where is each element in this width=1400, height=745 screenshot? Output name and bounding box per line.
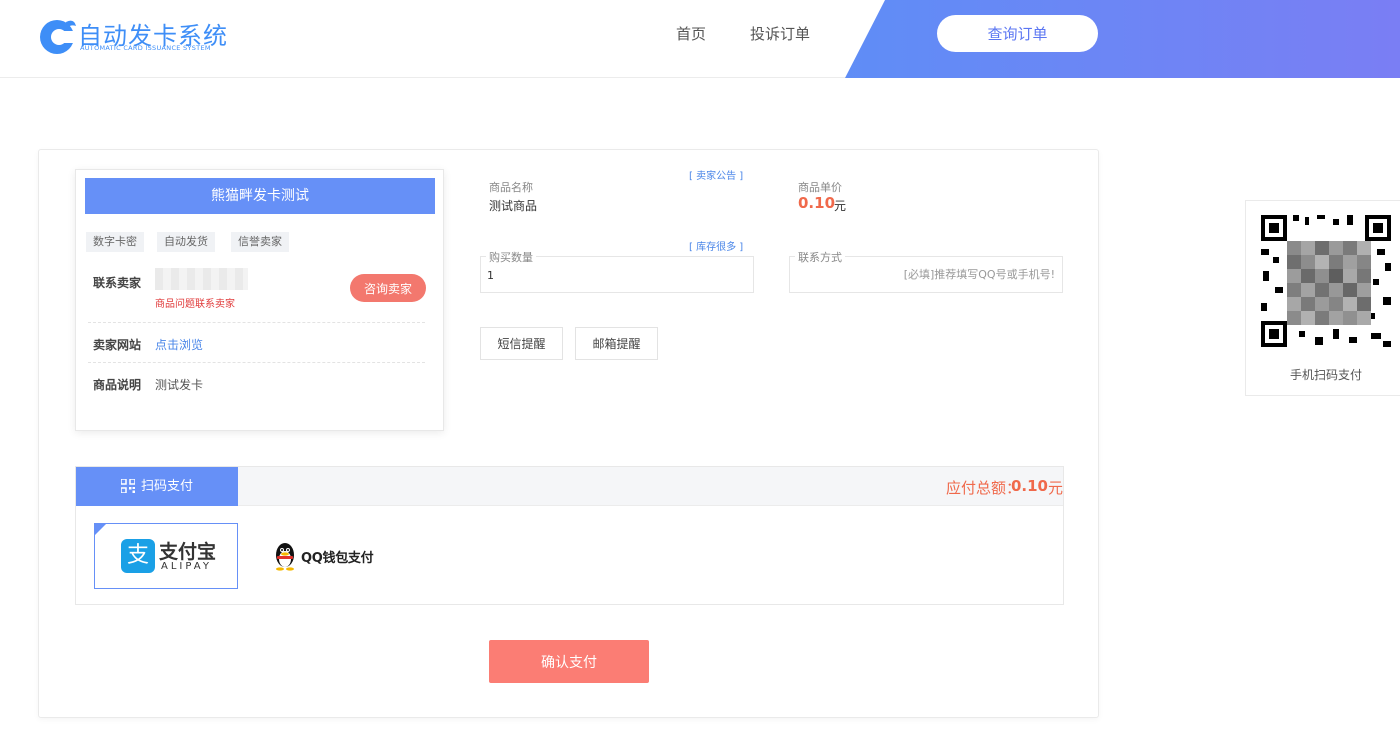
sms-reminder-button[interactable]: 短信提醒 xyxy=(480,327,563,360)
unit-price-currency: 元 xyxy=(834,199,847,213)
seller-tag-trusted: 信誉卖家 xyxy=(231,232,289,252)
site-logo[interactable]: 自动发卡系统 AUTOMATIC CARD ISSUANCE SYSTEM xyxy=(38,14,238,60)
site-header: 自动发卡系统 AUTOMATIC CARD ISSUANCE SYSTEM 首页… xyxy=(0,0,1400,78)
nav-home-link[interactable]: 首页 xyxy=(676,23,706,44)
seller-contact-redacted xyxy=(155,268,248,290)
shop-name-banner: 熊猫畔发卡测试 xyxy=(85,178,435,214)
unit-price-label: 商品单价 xyxy=(795,179,845,195)
unit-price-value: 0.10 xyxy=(798,194,836,212)
qr-caption: 手机扫码支付 xyxy=(1289,368,1362,382)
ask-seller-button[interactable]: 咨询卖家 xyxy=(350,274,426,302)
quantity-input[interactable] xyxy=(487,265,742,285)
alipay-english-name: ALIPAY xyxy=(161,561,212,572)
seller-site-label: 卖家网站 xyxy=(93,338,142,352)
goods-desc-value: 测试发卡 xyxy=(155,378,204,392)
qr-code-icon xyxy=(120,478,135,493)
seller-site-link[interactable]: 点击浏览 xyxy=(155,336,203,353)
seller-tag-digital-card: 数字卡密 xyxy=(86,232,144,252)
nav-complaint-link[interactable]: 投诉订单 xyxy=(750,23,810,44)
contact-method-input[interactable] xyxy=(797,264,1055,284)
goods-name-value: 测试商品 xyxy=(489,199,538,213)
alipay-name: 支付宝 xyxy=(159,541,217,563)
contact-seller-note: 商品问题联系卖家 xyxy=(155,299,235,310)
tab-scan-pay[interactable]: 扫码支付 xyxy=(76,467,238,506)
goods-desc-label: 商品说明 xyxy=(93,378,142,392)
seller-panel: 熊猫畔发卡测试 数字卡密 自动发货 信誉卖家 联系卖家 商品问题联系卖家 咨询卖… xyxy=(75,169,444,431)
qr-pay-panel: 手机扫码支付 xyxy=(1245,200,1400,396)
logo-mark-icon xyxy=(40,20,76,54)
payment-header: 扫码支付 应付总额： 0.10 元 xyxy=(76,467,1063,506)
goods-name-label: 商品名称 xyxy=(486,179,536,195)
qq-penguin-icon xyxy=(276,543,294,571)
alipay-logo-icon: 支 xyxy=(121,539,155,573)
logo-subtitle: AUTOMATIC CARD ISSUANCE SYSTEM xyxy=(80,44,211,52)
email-reminder-button[interactable]: 邮箱提醒 xyxy=(575,327,658,360)
confirm-pay-button[interactable]: 确认支付 xyxy=(489,640,649,683)
tab-scan-pay-label: 扫码支付 xyxy=(140,479,193,494)
quantity-label: 购买数量 xyxy=(486,249,536,265)
seller-tag-auto-delivery: 自动发货 xyxy=(157,232,215,252)
alipay-option[interactable]: 支 支付宝 ALIPAY xyxy=(94,523,238,589)
selected-corner-marker xyxy=(95,524,106,535)
total-amount-label: 应付总额： xyxy=(945,479,1021,497)
divider xyxy=(88,322,425,323)
total-amount-value: 0.10 xyxy=(1010,477,1048,495)
order-card: 熊猫畔发卡测试 数字卡密 自动发货 信誉卖家 联系卖家 商品问题联系卖家 咨询卖… xyxy=(38,149,1099,718)
header-gradient-band xyxy=(845,0,1400,78)
stock-status-link: [ 库存很多 ] xyxy=(689,242,744,253)
payment-section: 扫码支付 应付总额： 0.10 元 支 支付宝 ALIPAY QQ钱包支付 xyxy=(75,466,1064,605)
qq-wallet-name: QQ钱包支付 xyxy=(301,551,374,566)
contact-method-label: 联系方式 xyxy=(795,249,845,265)
seller-notice-link[interactable]: [ 卖家公告 ] xyxy=(689,167,743,182)
qr-code-image xyxy=(1259,213,1393,349)
divider xyxy=(88,362,425,363)
query-order-button[interactable]: 查询订单 xyxy=(937,15,1098,52)
contact-seller-label: 联系卖家 xyxy=(93,276,142,290)
qq-wallet-option[interactable]: QQ钱包支付 xyxy=(272,539,382,573)
total-amount-currency: 元 xyxy=(1047,479,1063,497)
